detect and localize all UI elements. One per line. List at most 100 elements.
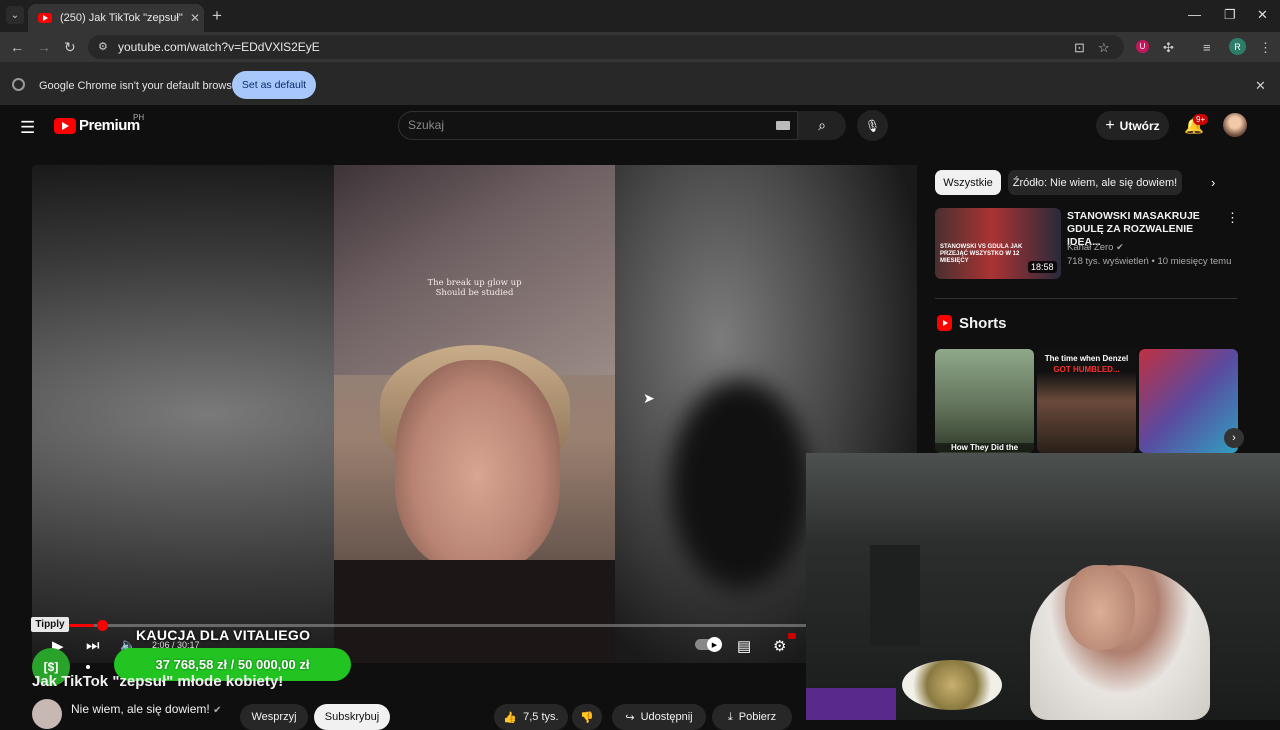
webcam-keyboard — [806, 688, 896, 720]
verified-icon: ✔ — [1116, 242, 1124, 252]
video-caption: The break up glow up Should be studied — [334, 278, 615, 298]
chrome-menu-icon[interactable]: ⋮ — [1259, 40, 1272, 56]
channel-name[interactable]: Nie wiem, ale się dowiem! ✔ — [71, 702, 221, 716]
back-icon[interactable]: ← — [10, 39, 24, 55]
progress-scrubber[interactable] — [97, 620, 108, 631]
goal-dot — [86, 665, 90, 669]
tab-title: (250) Jak TikTok "zepsuł" młode kobiety! — [60, 12, 184, 24]
short-caption: How They Did the — [935, 443, 1034, 452]
hd-badge — [788, 633, 796, 639]
search-button[interactable]: ⌕ — [798, 111, 846, 140]
search-box[interactable] — [398, 111, 798, 140]
profile-avatar[interactable]: R — [1229, 38, 1246, 55]
recommendation-channel-name[interactable]: Kanał Zero — [1067, 242, 1113, 253]
like-count: 7,5 tys. — [523, 711, 559, 723]
create-label: Utwórz — [1119, 118, 1160, 133]
subscribe-button[interactable]: Subskrybuj — [314, 704, 390, 730]
maximize-icon[interactable]: ❐ — [1224, 7, 1236, 23]
notification-badge: 9+ — [1193, 114, 1209, 125]
chrome-icon — [12, 78, 25, 91]
chip-source[interactable]: Źródło: Nie wiem, ale się dowiem! — [1008, 170, 1182, 195]
tipply-badge: Tipply — [31, 617, 69, 632]
country-code: PH — [133, 113, 145, 122]
tab-close-icon[interactable]: ✕ — [190, 11, 200, 25]
donation-goal-title: KAUCJA DLA VITALIEGO — [136, 627, 311, 643]
channel-name-text[interactable]: Nie wiem, ale się dowiem! — [71, 702, 210, 716]
share-icon: ↪ — [625, 711, 635, 724]
video-person-face — [395, 360, 560, 570]
webcam-person-head — [1065, 565, 1135, 650]
youtube-favicon-icon — [38, 13, 52, 23]
mouse-cursor-icon: ➤ — [643, 390, 655, 406]
infobar-message: Google Chrome isn't your default browser — [39, 80, 242, 92]
video-ceiling — [334, 165, 615, 375]
short-item[interactable]: How They Did the — [935, 349, 1034, 453]
settings-gear-icon[interactable]: ⚙ — [773, 637, 786, 655]
autoplay-play-icon: ▶ — [707, 637, 722, 652]
install-app-icon[interactable]: ⊡ — [1074, 40, 1085, 56]
chip-all[interactable]: Wszystkie — [935, 170, 1001, 195]
new-tab-icon[interactable]: + — [212, 6, 222, 26]
tab-search-button[interactable]: ⌄ — [6, 6, 24, 24]
share-button[interactable]: ↪ Udostępnij — [612, 704, 706, 730]
video-title: Jak TikTok "zepsuł" młode kobiety! — [32, 673, 284, 690]
chevron-right-icon[interactable]: › — [1211, 175, 1215, 190]
shorts-heading: Shorts — [959, 315, 1007, 332]
media-control-icon[interactable]: ≡ — [1203, 40, 1211, 55]
video-person-body — [334, 560, 615, 663]
search-icon: ⌕ — [818, 117, 826, 133]
shorts-icon — [937, 315, 952, 331]
voice-search-button[interactable]: 🎙 — [857, 110, 888, 141]
set-as-default-button[interactable]: Set as default — [232, 71, 316, 99]
browser-tab[interactable]: (250) Jak TikTok "zepsuł" młode kobiety!… — [28, 4, 204, 32]
extension-icon[interactable]: U — [1136, 40, 1149, 53]
bookmark-star-icon[interactable]: ☆ — [1098, 40, 1110, 56]
download-button[interactable]: ⤓ Pobierz — [712, 704, 792, 730]
search-input[interactable]: Szukaj — [408, 118, 444, 132]
reload-icon[interactable]: ↻ — [64, 39, 76, 56]
verified-icon: ✔ — [213, 705, 222, 716]
webcam-ceiling — [806, 453, 1280, 533]
plus-icon: + — [1105, 116, 1115, 134]
like-icon: 👍 — [503, 711, 518, 724]
chevron-right-icon[interactable]: › — [1224, 428, 1244, 448]
webcam-doorway — [870, 545, 920, 645]
window-close-icon[interactable]: ✕ — [1257, 7, 1268, 23]
dislike-icon: 👎 — [580, 711, 594, 724]
youtube-logo-icon[interactable] — [54, 118, 76, 134]
logo-text[interactable]: Premium — [79, 117, 140, 134]
channel-avatar[interactable] — [32, 699, 62, 729]
next-icon[interactable]: ⏭ — [86, 637, 100, 654]
dislike-button[interactable]: 👎 — [572, 704, 602, 730]
account-avatar[interactable] — [1223, 113, 1247, 137]
hamburger-menu-icon[interactable]: ☰ — [20, 118, 35, 138]
recommendation-meta: 718 tys. wyświetleń • 10 miesięcy temu — [1067, 256, 1232, 267]
caption-line-1: The break up glow up — [427, 278, 522, 288]
divider — [935, 298, 1237, 299]
short-caption-bottom: GOT HUMBLED... — [1053, 365, 1120, 374]
site-info-icon[interactable]: ⚙ — [98, 40, 108, 53]
webcam-food-plate — [902, 660, 1002, 710]
download-label: Pobierz — [738, 711, 777, 723]
mic-icon: 🎙 — [864, 118, 881, 133]
extensions-puzzle-icon[interactable]: ✣ — [1163, 40, 1174, 56]
short-caption-top: The time when Denzel — [1044, 354, 1129, 363]
create-button[interactable]: + Utwórz — [1096, 111, 1169, 140]
url-text[interactable]: youtube.com/watch?v=EDdVXlS2EyE — [118, 40, 320, 54]
recommendation-channel[interactable]: Kanał Zero ✔ — [1067, 242, 1124, 253]
caption-line-2: Should be studied — [435, 288, 514, 298]
short-item[interactable]: The time when Denzel GOT HUMBLED... — [1037, 349, 1136, 453]
infobar-close-icon[interactable]: ✕ — [1255, 78, 1266, 94]
download-icon: ⤓ — [727, 710, 733, 723]
like-button[interactable]: 👍 7,5 tys. — [494, 704, 568, 730]
share-label: Udostępnij — [640, 711, 693, 723]
video-blur-shape — [670, 380, 810, 590]
more-options-icon[interactable]: ⋮ — [1226, 210, 1239, 226]
video-duration: 18:58 — [1028, 261, 1057, 273]
forward-icon[interactable]: → — [37, 39, 51, 55]
support-button[interactable]: Wesprzyj — [240, 704, 308, 730]
keyboard-icon[interactable] — [776, 121, 790, 130]
minimize-icon[interactable]: — — [1188, 7, 1201, 22]
recommendation-thumbnail-text: STANOWSKI VS GDULA JAK PRZEJĄĆ WSZYSTKO … — [940, 244, 1023, 264]
subtitles-icon[interactable]: ▤ — [737, 637, 751, 655]
